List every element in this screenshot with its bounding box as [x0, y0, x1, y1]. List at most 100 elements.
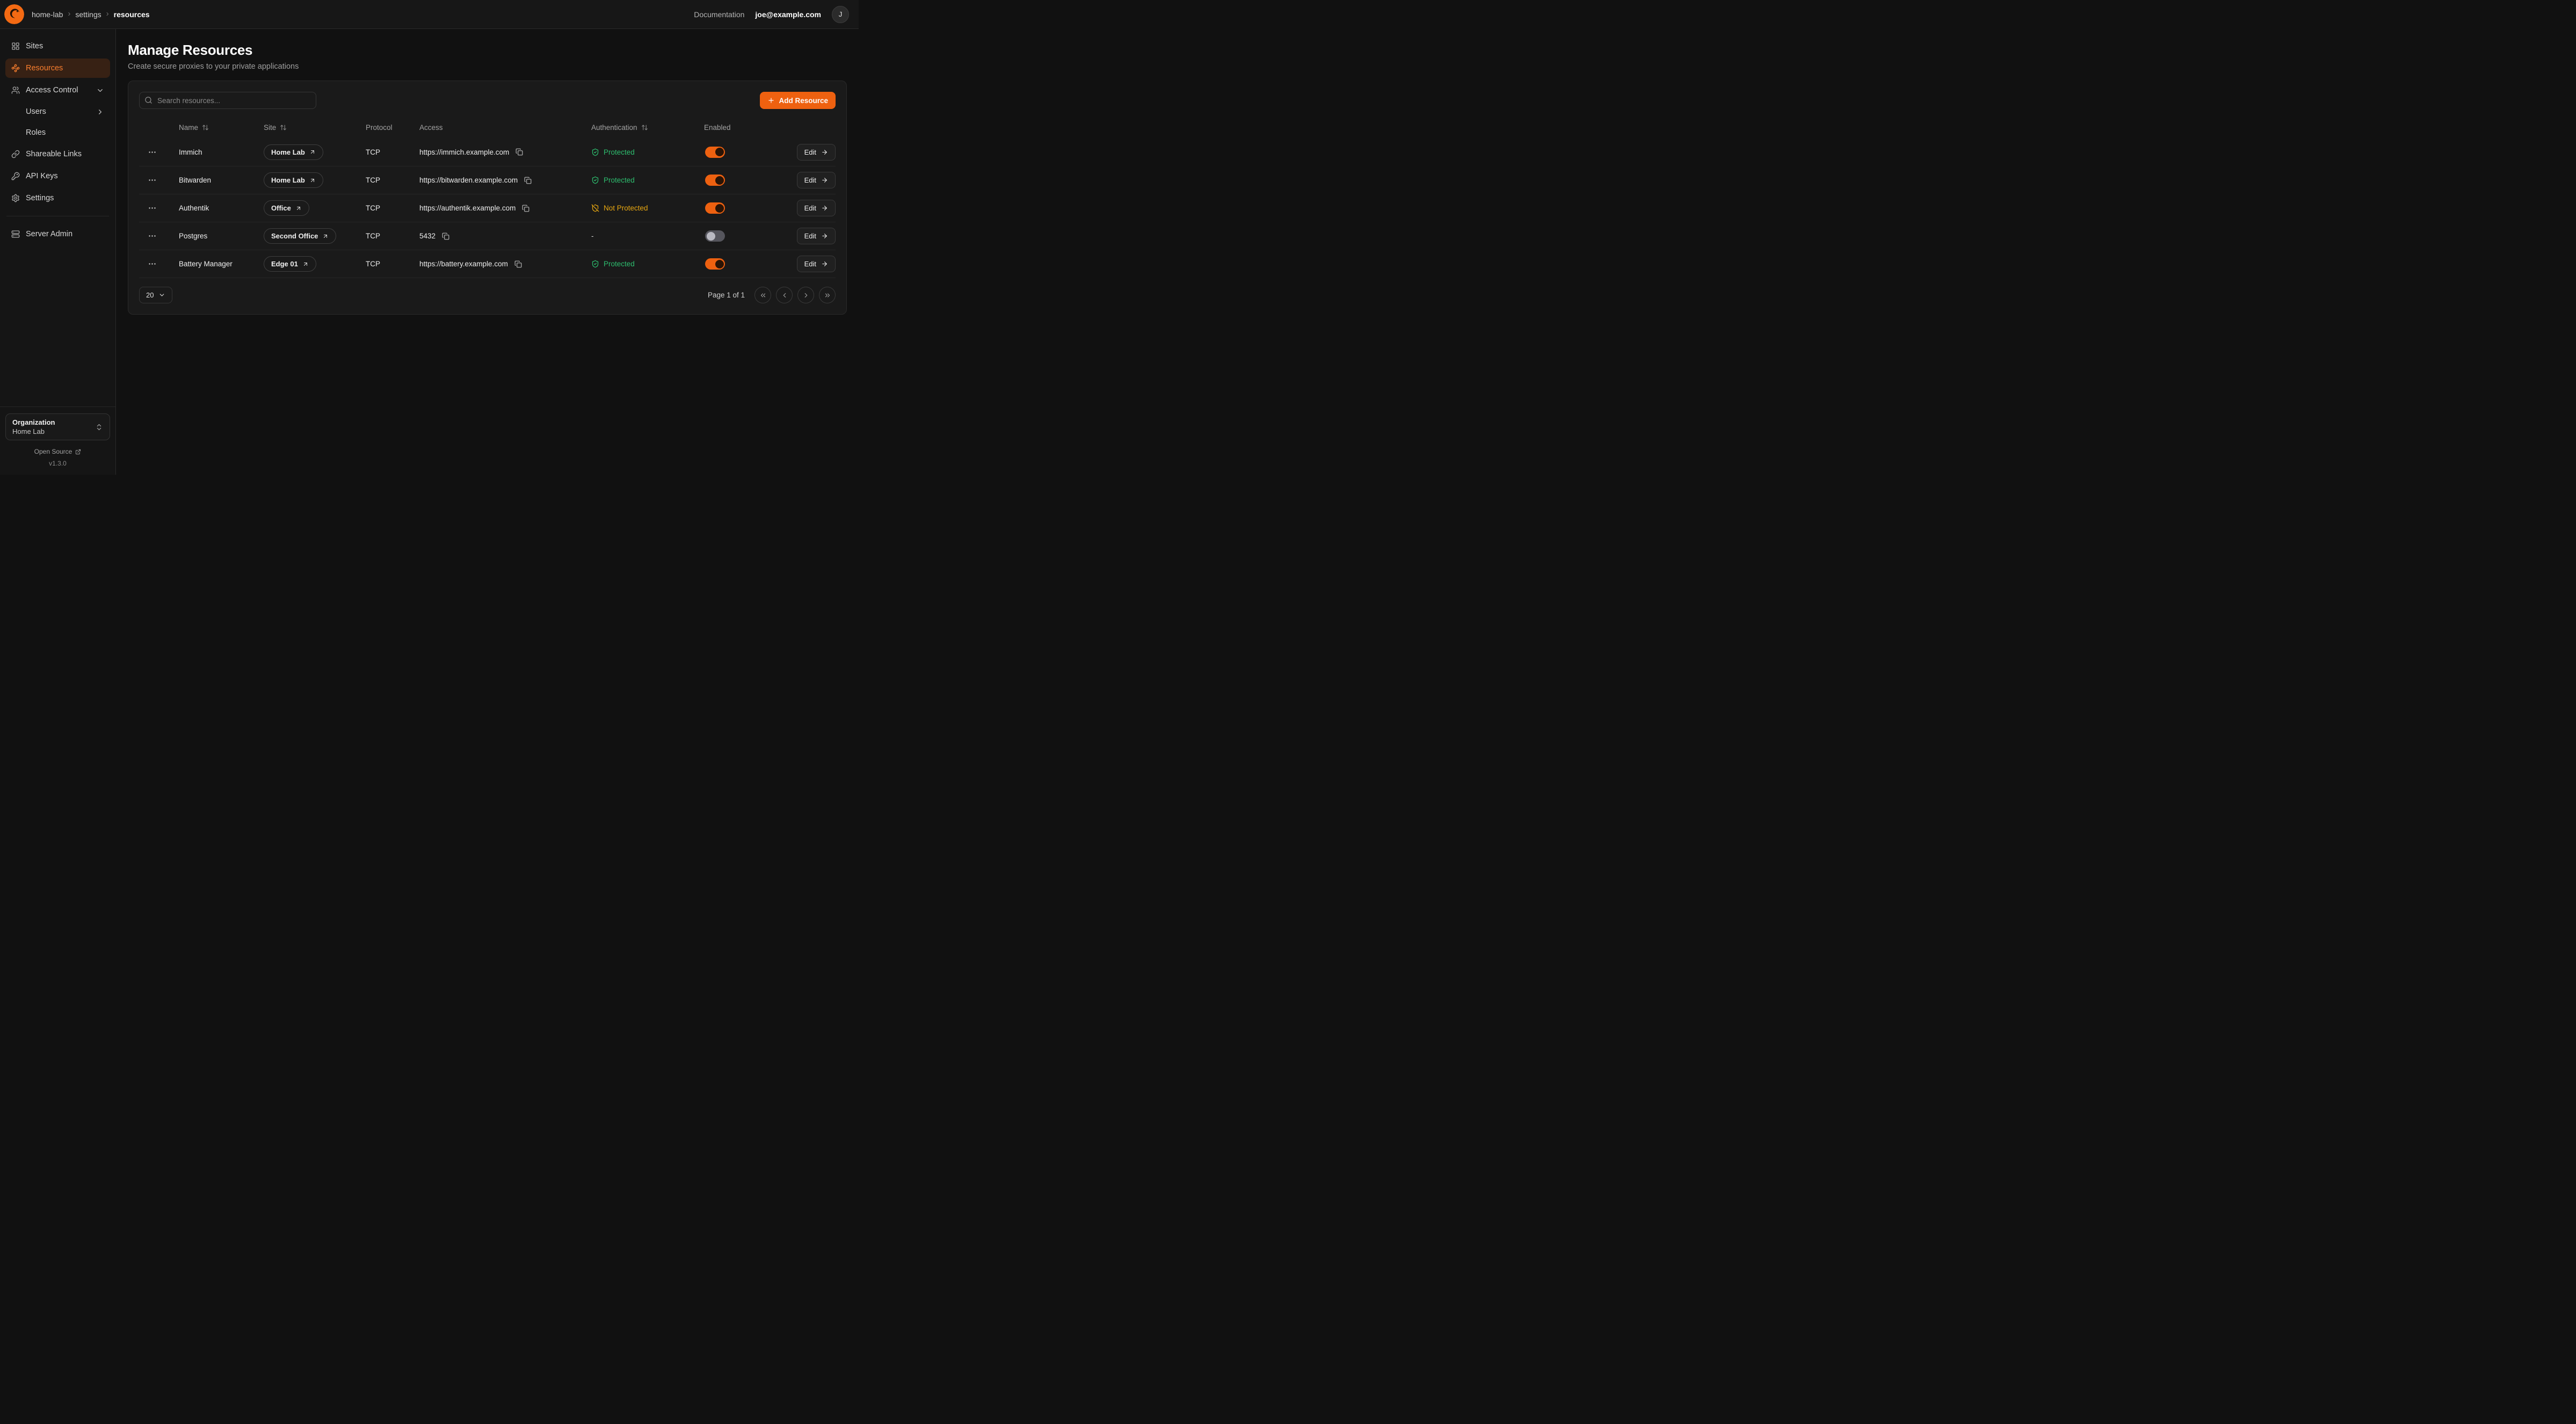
sidebar-item-resources[interactable]: Resources [5, 59, 110, 78]
site-name: Office [271, 204, 291, 212]
table-row: Postgres Second Office TCP 5432 - [139, 222, 836, 250]
sidebar-item-label: Server Admin [26, 230, 72, 238]
chevron-down-icon [158, 292, 165, 299]
sidebar-item-label: Roles [26, 128, 46, 137]
sidebar-item-settings[interactable]: Settings [5, 188, 110, 208]
site-link-button[interactable]: Second Office [264, 228, 336, 244]
copy-icon[interactable] [521, 204, 531, 213]
users-icon [11, 86, 20, 95]
app-logo[interactable] [4, 4, 24, 24]
arrow-right-icon [821, 149, 828, 156]
enabled-toggle[interactable] [705, 230, 725, 242]
grid-icon [11, 42, 20, 50]
row-menu-button[interactable] [139, 222, 165, 250]
row-menu-button[interactable] [139, 166, 165, 194]
enabled-toggle[interactable] [705, 175, 725, 186]
access-value: https://bitwarden.example.com [419, 176, 518, 184]
auth-label: Protected [604, 260, 635, 268]
sidebar-item-api-keys[interactable]: API Keys [5, 166, 110, 186]
arrow-up-right-icon [302, 261, 309, 267]
resource-protocol: TCP [353, 204, 407, 212]
edit-button[interactable]: Edit [797, 256, 836, 272]
edit-button[interactable]: Edit [797, 144, 836, 161]
sidebar-item-access-control[interactable]: Access Control [5, 81, 110, 100]
arrow-up-right-icon [309, 177, 316, 184]
user-email: joe@example.com [755, 10, 821, 19]
row-menu-button[interactable] [139, 194, 165, 222]
shield-off-icon [591, 204, 599, 212]
resource-name: Battery Manager [165, 260, 251, 268]
shield-check-icon [591, 176, 599, 184]
last-page-button[interactable] [819, 287, 836, 303]
breadcrumb-separator: › [68, 10, 70, 18]
arrow-up-right-icon [309, 149, 316, 155]
enabled-toggle[interactable] [705, 202, 725, 214]
sidebar-item-users[interactable]: Users [5, 103, 110, 121]
organization-selector[interactable]: Organization Home Lab [5, 413, 110, 440]
site-link-button[interactable]: Home Lab [264, 144, 323, 160]
page-title: Manage Resources [128, 42, 847, 59]
enabled-toggle[interactable] [705, 258, 725, 270]
row-menu-button[interactable] [139, 138, 165, 166]
page-subtitle: Create secure proxies to your private ap… [128, 62, 847, 71]
site-name: Home Lab [271, 148, 305, 156]
next-page-button[interactable] [797, 287, 814, 303]
resource-name: Immich [165, 148, 251, 156]
resources-card: Add Resource Name Site Protocol [128, 81, 847, 315]
edit-label: Edit [804, 232, 816, 240]
edit-button[interactable]: Edit [797, 172, 836, 188]
sort-name-header[interactable]: Name [165, 123, 251, 132]
sort-authentication-header[interactable]: Authentication [578, 123, 691, 132]
copy-icon[interactable] [441, 231, 451, 241]
search-input[interactable] [139, 92, 316, 109]
table-row: Battery Manager Edge 01 TCP https://batt… [139, 250, 836, 278]
sidebar-item-label: Sites [26, 42, 43, 50]
auth-status: Not Protected [578, 204, 691, 212]
access-value: https://authentik.example.com [419, 204, 516, 212]
sidebar-footer: Organization Home Lab Open Source v1.3.0 [0, 406, 115, 469]
sidebar-item-sites[interactable]: Sites [5, 37, 110, 56]
topbar: home-lab › settings › resources Document… [0, 0, 859, 29]
breadcrumb: home-lab › settings › resources [32, 10, 150, 19]
add-resource-label: Add Resource [779, 97, 828, 105]
avatar[interactable]: J [832, 6, 849, 23]
previous-page-button[interactable] [776, 287, 793, 303]
edit-button[interactable]: Edit [797, 200, 836, 216]
sidebar-item-label: Settings [26, 194, 54, 202]
enabled-toggle[interactable] [705, 147, 725, 158]
row-menu-button[interactable] [139, 250, 165, 278]
search-box [139, 92, 316, 109]
auth-label: Not Protected [604, 204, 648, 212]
site-link-button[interactable]: Edge 01 [264, 256, 316, 272]
first-page-button[interactable] [754, 287, 771, 303]
auth-label: Protected [604, 176, 635, 184]
site-name: Second Office [271, 232, 318, 240]
page-size-select[interactable]: 20 [139, 287, 172, 303]
key-icon [11, 172, 20, 180]
sidebar-item-server-admin[interactable]: Server Admin [5, 224, 110, 244]
sidebar-item-roles[interactable]: Roles [5, 123, 110, 142]
auth-status: - [578, 232, 691, 240]
edit-label: Edit [804, 204, 816, 212]
breadcrumb-home-lab[interactable]: home-lab [32, 10, 63, 19]
sidebar-item-shareable-links[interactable]: Shareable Links [5, 144, 110, 164]
copy-icon[interactable] [523, 176, 533, 185]
sort-site-header[interactable]: Site [251, 123, 353, 132]
resource-protocol: TCP [353, 176, 407, 184]
edit-label: Edit [804, 176, 816, 184]
resource-protocol: TCP [353, 148, 407, 156]
add-resource-button[interactable]: Add Resource [760, 92, 836, 109]
ellipsis-icon [148, 231, 157, 241]
auth-status: Protected [578, 260, 691, 268]
site-link-button[interactable]: Home Lab [264, 172, 323, 188]
documentation-link[interactable]: Documentation [694, 10, 744, 19]
resource-name: Postgres [165, 232, 251, 240]
resources-table: Name Site Protocol Access Authentication [139, 117, 836, 278]
copy-icon[interactable] [514, 147, 524, 157]
sort-icon [641, 124, 648, 131]
edit-button[interactable]: Edit [797, 228, 836, 244]
site-link-button[interactable]: Office [264, 200, 309, 216]
copy-icon[interactable] [513, 259, 523, 269]
breadcrumb-settings[interactable]: settings [75, 10, 101, 19]
open-source-link[interactable]: Open Source [5, 448, 110, 455]
